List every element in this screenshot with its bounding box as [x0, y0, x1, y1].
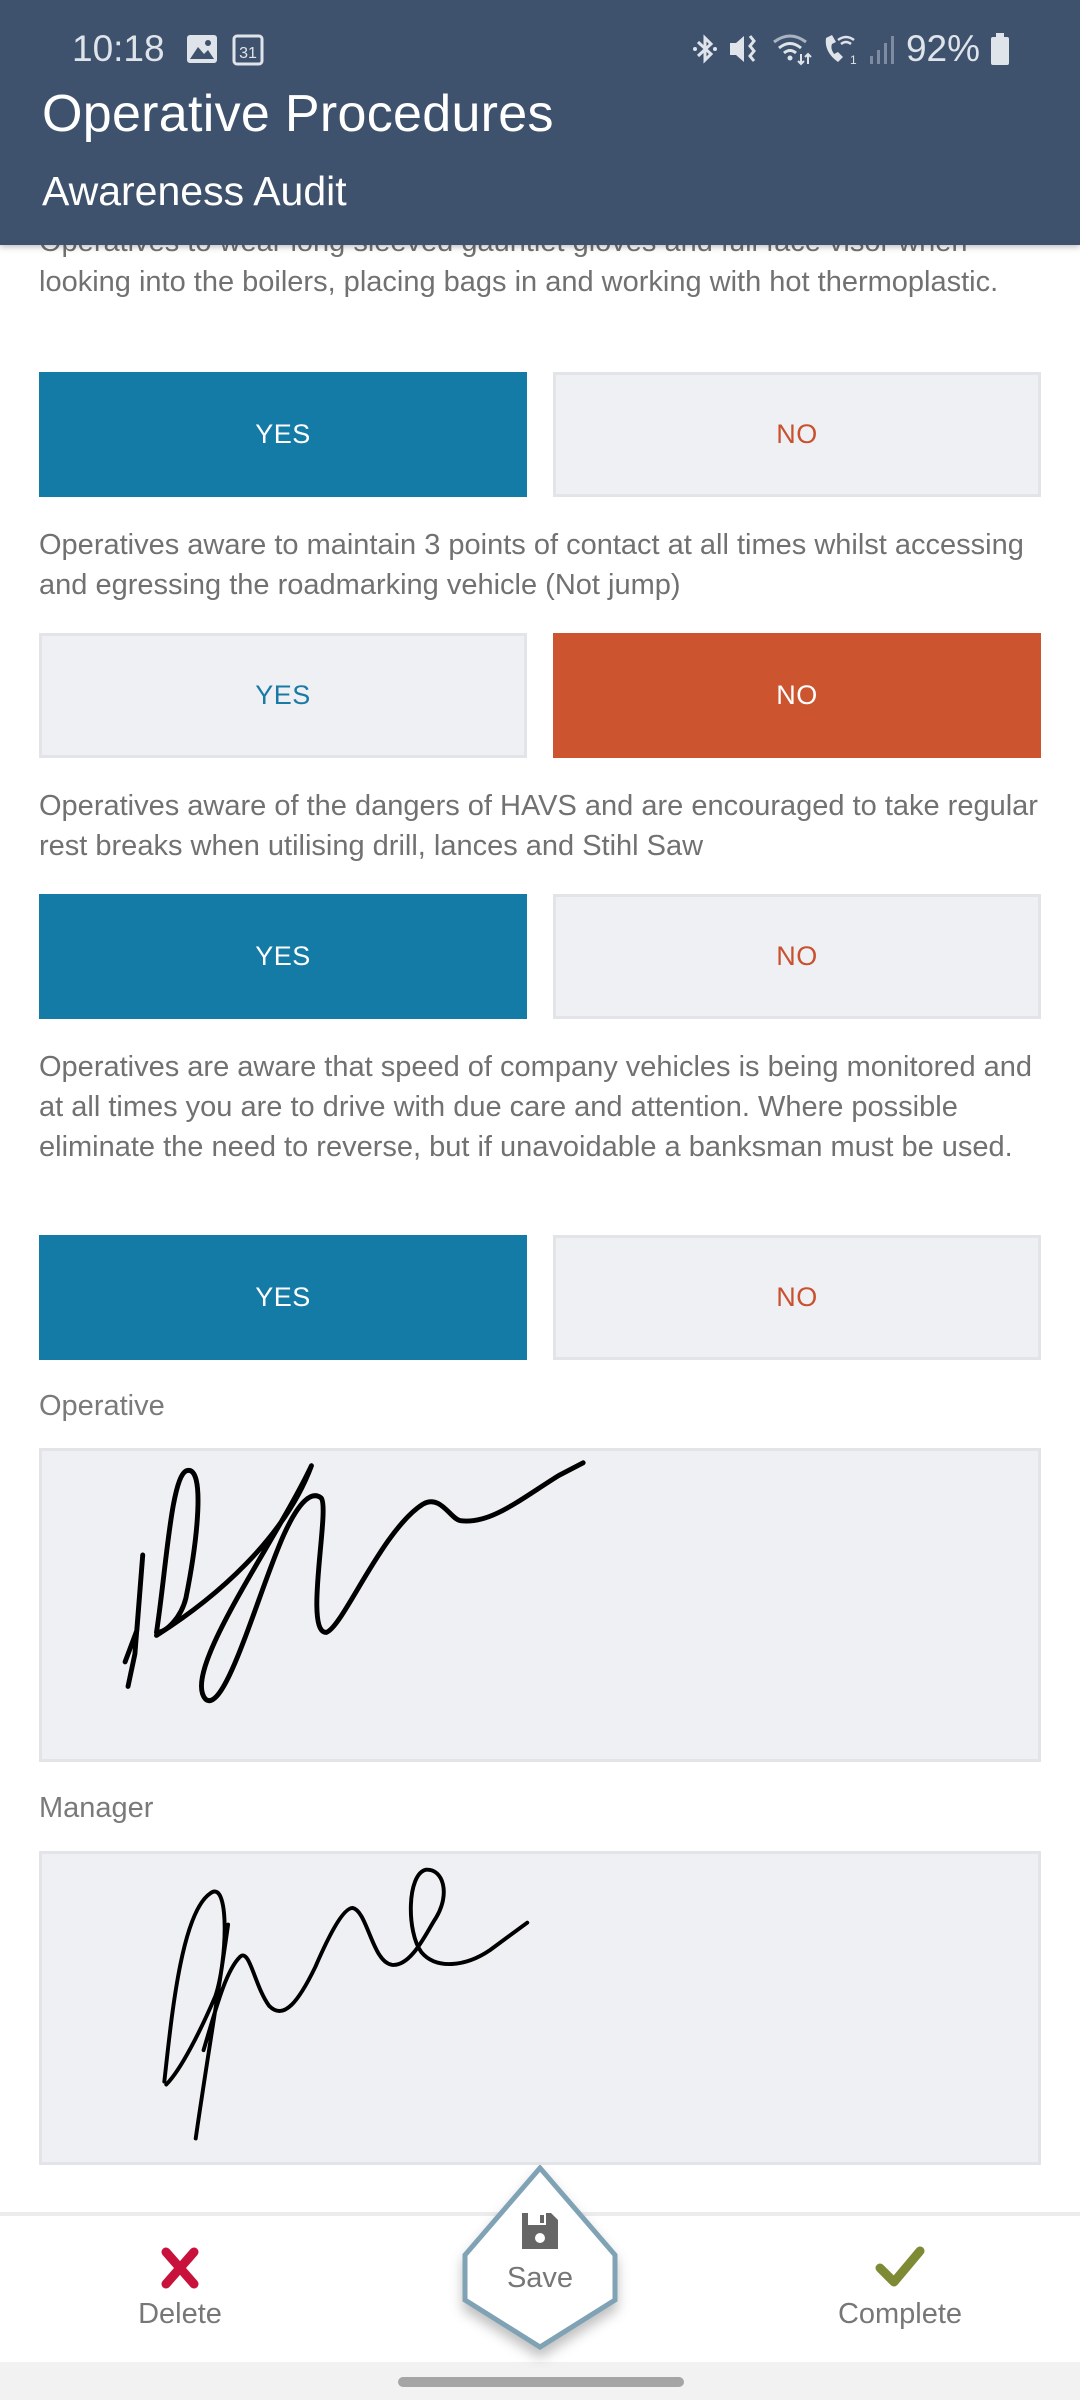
page-subtitle: Awareness Audit [42, 168, 347, 214]
save-label: Save [506, 2262, 574, 2294]
wifi-icon [772, 32, 812, 66]
form-content: Operatives to wear long sleeved gauntlet… [0, 0, 1080, 2400]
question-1-no-button[interactable]: NO [553, 372, 1041, 497]
operative-signature-pad[interactable] [39, 1448, 1041, 1762]
question-3-yes-button[interactable]: YES [39, 894, 527, 1019]
page-title: Operative Procedures [42, 85, 554, 143]
svg-text:31: 31 [239, 45, 257, 62]
save-button[interactable]: Save [460, 2165, 620, 2350]
question-2-no-button[interactable]: NO [553, 633, 1041, 758]
operative-signature-label: Operative [39, 1390, 165, 1422]
question-4-yes-button[interactable]: YES [39, 1235, 527, 1360]
question-4-text: Operatives are aware that speed of compa… [39, 1051, 1033, 1163]
app-header: 10:18 31 1 92% Operative Procedures Awar… [0, 0, 1080, 245]
gallery-icon [186, 34, 218, 66]
floppy-disk-icon [519, 2210, 561, 2257]
delete-button[interactable]: Delete [100, 2216, 260, 2362]
question-1-yes-button[interactable]: YES [39, 372, 527, 497]
system-nav-bar [0, 2362, 1080, 2400]
manager-signature-label: Manager [39, 1792, 154, 1824]
operative-signature-drawing [122, 1460, 586, 1704]
manager-signature-pad[interactable] [39, 1851, 1041, 2165]
svg-text:1: 1 [850, 53, 857, 66]
question-3-text: Operatives aware of the dangers of HAVS … [39, 790, 1038, 862]
manager-signature-drawing [162, 1867, 530, 2141]
status-bar: 10:18 31 1 92% [0, 0, 1080, 95]
complete-button[interactable]: Complete [800, 2216, 1000, 2362]
delete-label: Delete [138, 2298, 222, 2330]
checkmark-icon [875, 2246, 925, 2290]
bluetooth-icon [692, 32, 718, 66]
question-4-no-button[interactable]: NO [553, 1235, 1041, 1360]
status-time: 10:18 [72, 28, 165, 69]
wifi-calling-icon: 1 [822, 32, 858, 66]
question-2-yes-button[interactable]: YES [39, 633, 527, 758]
question-2-text: Operatives aware to maintain 3 points of… [39, 529, 1024, 601]
signal-icon [868, 32, 896, 66]
mute-vibrate-icon [728, 32, 762, 66]
calendar-icon: 31 [232, 34, 264, 66]
question-3-no-button[interactable]: NO [553, 894, 1041, 1019]
home-gesture-handle[interactable] [398, 2377, 684, 2387]
battery-percent: 92% [905, 28, 980, 69]
battery-icon [990, 32, 1010, 66]
close-icon [160, 2246, 200, 2290]
complete-label: Complete [837, 2298, 963, 2330]
